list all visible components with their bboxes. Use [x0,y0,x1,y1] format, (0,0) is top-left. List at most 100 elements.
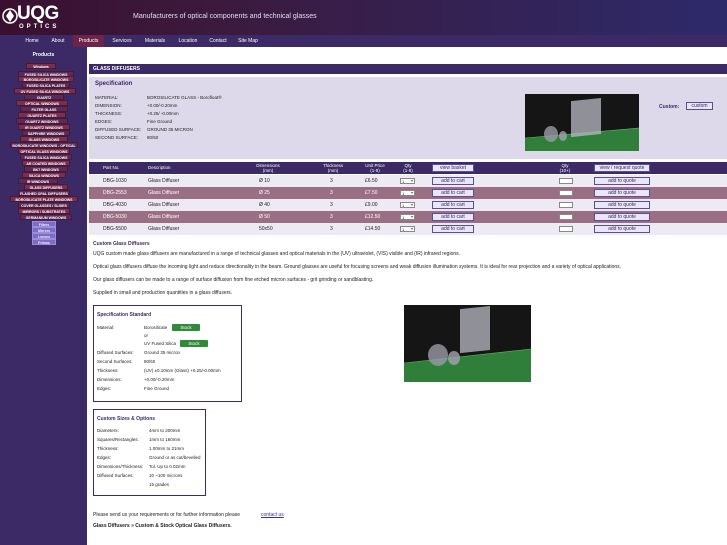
th-qty-bulk: Qty (10+) [559,163,571,173]
spec-row: EDGES: Fine Ground [95,119,172,124]
spec-value: +0.00/-0.20mm [147,103,178,108]
product-photo [525,94,639,151]
th-dimensions: Dimensions (mm) [256,163,280,173]
qty-bulk-input[interactable] [559,190,573,196]
custom-size-key: Edges: [97,455,112,460]
view-request-quote-button[interactable]: view / request quote [594,164,650,172]
spec-row: MATERIAL: BOROSILICATE GLASS - Borofloat® [95,95,222,100]
specification-heading: Specification [95,81,133,87]
qty-bulk-input[interactable] [559,202,573,208]
nav-location[interactable]: Location [174,35,202,47]
td-dimensions: Ø 50 [259,214,270,220]
qty-bulk-input[interactable] [559,178,573,184]
logo-text: UQG [17,3,59,24]
send-requirements-text: Please send us your requirements or for … [93,512,241,518]
page-title: GLASS DIFFUSERS [89,64,727,74]
th-unit-price: Unit Price (1-9) [365,163,385,173]
td-description: Glass Diffuser [148,226,180,232]
add-to-quote-button[interactable]: add to quote [594,225,650,233]
nav-about[interactable]: About [46,35,70,47]
footer-tagline: Glass Diffusers » Custom & Stock Optical… [93,523,232,529]
td-part-no: DBG-5500 [103,226,127,232]
spec-row: SECOND SURFACE: 80/50 [95,135,158,140]
add-to-cart-button[interactable]: add to cart [432,189,474,197]
add-to-quote-button[interactable]: add to quote [594,177,650,185]
qty-select[interactable]: 1 [400,190,415,196]
td-unit-price: £14.50 [365,226,381,232]
td-part-no: DBG-4030 [103,202,127,208]
nav-materials[interactable]: Materials [140,35,170,47]
custom-paragraph-3: Our glass diffusers can be made to a ran… [93,277,374,283]
spec-row: THICKNESS: +0.25/ -0.00mm [95,111,179,116]
diffusers-photo [404,305,531,382]
qty-select[interactable]: 1 [400,226,415,232]
sidebar-item[interactable]: Prisms [32,239,56,245]
contact-us-link[interactable]: contact us [261,512,284,518]
qty-select[interactable]: 1 [400,178,415,184]
add-to-quote-button[interactable]: add to quote [594,189,650,197]
add-to-quote-button[interactable]: add to quote [594,213,650,221]
nav-services[interactable]: Services [107,35,137,47]
td-dimensions: Ø 10 [259,178,270,184]
view-basket-button[interactable]: view basket [432,164,474,172]
td-description: Glass Diffuser [148,214,180,220]
spec-standard-value: 80/50 [144,359,156,364]
stock-button-borosilicate[interactable]: Stock [172,324,200,331]
custom-label: Custom: [659,104,680,110]
add-to-cart-button[interactable]: add to cart [432,177,474,185]
custom-size-value: 1.00mm to 21mm [149,446,185,451]
th-part-no: Part No. [103,165,120,170]
custom-size-value: Ground or as cut/bevelled [149,455,201,460]
qty-bulk-input[interactable] [559,226,573,232]
add-to-quote-button[interactable]: add to quote [594,201,650,209]
qty-select[interactable]: 1 [400,202,415,208]
spec-value: +0.25/ -0.00mm [147,111,179,116]
add-to-cart-button[interactable]: add to cart [432,225,474,233]
td-thickness: 3 [330,214,333,220]
sidebar-title: Products [32,52,55,58]
spec-key: SECOND SURFACE: [95,135,139,140]
spec-standard-box: Specification Standard Material: Borosil… [93,305,242,402]
spec-standard-value: Ground 35 micron [144,350,181,355]
custom-size-key: Dimensions/Thickness: [97,464,144,469]
custom-sizes-title: Custom Sizes & Options [97,416,156,422]
th-qty: Qty (1-9) [403,163,413,173]
custom-button[interactable]: custom [686,102,713,110]
nav-home[interactable]: Home [20,35,44,47]
table-row: DBG-5500 Glass Diffuser 50x50 3 £14.50 1 add t… [89,223,727,235]
spec-key: MATERIAL: [95,95,119,100]
td-thickness: 3 [330,226,333,232]
spec-value: Fine Ground [147,119,173,124]
table-row: DBG-4030 Glass Diffuser Ø 40 3 £9.00 1 add to … [89,199,727,211]
td-unit-price: £12.50 [365,214,381,220]
custom-size-key: Thickness: [97,446,119,451]
products-sidebar: Products Windows FUSED SILICA WINDOWS BORO… [0,47,87,545]
sidebar-item[interactable]: GERMANIUM WINDOWS [20,214,72,220]
stock-button-uv-fused-silica[interactable]: Stock [180,340,208,347]
spec-value: 80/50 [147,135,159,140]
spec-standard-key: Dimensions: [97,377,122,382]
th-description: Description [148,165,171,170]
add-to-cart-button[interactable]: add to cart [432,213,474,221]
td-thickness: 3 [330,202,333,208]
td-part-no: DBG-5030 [103,214,127,220]
nav-site-map[interactable]: Site Map [234,35,262,47]
td-unit-price: £6.50 [365,178,378,184]
td-thickness: 3 [330,190,333,196]
add-to-cart-button[interactable]: add to cart [432,201,474,209]
custom-size-value: 4mm to 200mm [149,428,181,433]
sidebar-item[interactable]: Windows [26,63,56,69]
table-row: DBG-5030 Glass Diffuser Ø 50 3 £12.50 1 add to… [89,211,727,223]
nav-products[interactable]: Products [73,35,104,47]
custom-paragraph-2: Optical glass diffusers diffuse the inco… [93,264,622,270]
material-uv-fused-silica: UV Fused Silica [144,341,177,346]
header-tagline: Manufacturers of optical components and … [133,13,317,20]
td-unit-price: £9.00 [365,202,378,208]
qty-bulk-input[interactable] [559,214,573,220]
spec-standard-key: Second Surfaces: [97,359,133,364]
product-table-header: Part No. Description Dimensions (mm) Thi… [89,162,727,174]
nav-contact[interactable]: Contact [205,35,231,47]
spec-standard-value: (UV) ±0.10mm (Glass) +0.25/-0.00mm [144,368,221,373]
qty-select[interactable]: 1 [400,214,415,220]
custom-size-value: 15 grades [149,482,170,487]
